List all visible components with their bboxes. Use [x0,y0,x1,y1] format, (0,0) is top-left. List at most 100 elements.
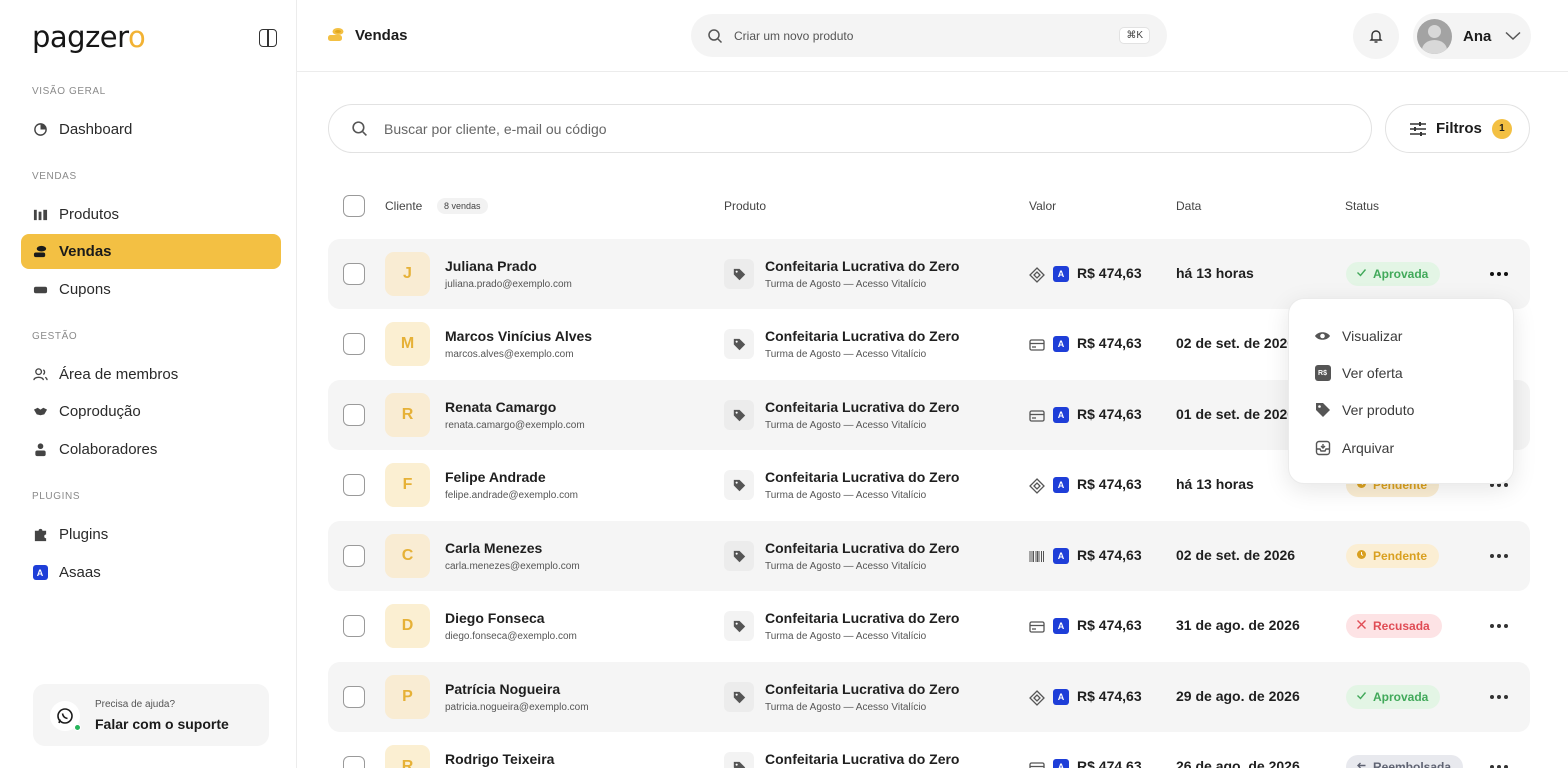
asaas-gateway-icon: A [1053,266,1069,282]
sale-date: 26 de ago. de 2026 [1176,758,1300,768]
client-name: Rodrigo Teixeira [445,751,555,767]
product-name: Confeitaria Lucrativa do Zero [765,610,960,626]
column-header-status[interactable]: Status [1345,199,1379,213]
user-icon [32,442,48,458]
sidebar-item-asaas[interactable]: A Asaas [21,555,281,590]
sidebar-item-cupons[interactable]: Cupons [21,272,281,307]
table-row[interactable]: R Rodrigo Teixeira Confeitaria Lucrativa d… [328,732,1530,768]
status-badge: Recusada [1346,614,1442,638]
client-initial-avatar: D [385,604,430,648]
sidebar-item-label: Plugins [59,526,109,543]
menu-item-arquivar[interactable]: Arquivar [1314,436,1394,460]
offer-icon-glyph: R$ [1314,365,1331,381]
status-label: Aprovada [1373,690,1429,704]
filters-label: Filtros [1436,120,1482,137]
client-initial-avatar: R [385,393,430,437]
support-caption: Precisa de ajuda? [95,699,176,710]
sale-amount: R$ 474,63 [1077,406,1142,422]
support-link[interactable]: Falar com o suporte [95,716,229,732]
sales-search-input[interactable]: Buscar por cliente, e-mail ou código [328,104,1372,153]
menu-item-ver-oferta[interactable]: R$ Ver oferta [1314,361,1403,385]
sidebar-item-area-de-membros[interactable]: Área de membros [21,357,281,392]
sidebar-item-plugins[interactable]: Plugins [21,517,281,552]
recusada-status-icon [1356,619,1367,633]
archive-icon [1314,440,1331,457]
more-options-icon[interactable] [1490,548,1508,564]
table-row[interactable]: P Patrícia Nogueira patricia.nogueira@exem… [328,662,1530,732]
column-header-value[interactable]: Valor [1029,199,1056,213]
client-email: renata.camargo@exemplo.com [445,420,585,431]
sidebar-item-colaboradores[interactable]: Colaboradores [21,432,281,467]
command-search-input[interactable]: Criar um novo produto ⌘K [691,14,1167,57]
more-options-icon[interactable] [1490,759,1508,768]
product-name: Confeitaria Lucrativa do Zero [765,540,960,556]
sidebar-item-label: Asaas [59,564,101,581]
row-checkbox[interactable] [343,263,365,285]
sidebar-item-produtos[interactable]: Produtos [21,197,281,232]
column-header-date[interactable]: Data [1176,199,1201,213]
asaas-badge: A [32,565,48,580]
menu-item-visualizar[interactable]: Visualizar [1314,324,1402,348]
filters-count-badge: 1 [1491,118,1512,139]
card-payment-icon [1028,618,1045,635]
asaas-gateway-icon: A [1053,477,1069,493]
tag-icon [724,682,754,712]
notifications-button[interactable] [1353,13,1399,59]
pendente-status-icon [1356,549,1367,563]
sale-amount: R$ 474,63 [1077,547,1142,563]
coupon-icon [32,282,48,298]
more-options-icon[interactable] [1490,618,1508,634]
status-label: Pendente [1373,549,1428,563]
tag-icon [724,611,754,641]
sidebar-item-vendas[interactable]: Vendas [21,234,281,269]
sale-date: 02 de set. de 2026 [1176,547,1296,563]
row-checkbox[interactable] [343,615,365,637]
support-card[interactable]: Precisa de ajuda? Falar com o suporte [33,684,269,746]
status-label: Reembolsada [1373,760,1452,768]
more-options-icon[interactable] [1490,266,1508,282]
row-checkbox[interactable] [343,404,365,426]
search-icon [708,28,723,43]
filters-button[interactable]: Filtros 1 [1385,104,1530,153]
sidebar-collapse-icon[interactable] [259,29,277,47]
sales-search-placeholder: Buscar por cliente, e-mail ou código [384,120,607,137]
product-offer: Turma de Agosto — Acesso Vitalício [765,631,927,642]
row-checkbox[interactable] [343,686,365,708]
select-all-checkbox[interactable] [343,195,365,217]
client-name: Marcos Vinícius Alves [445,328,593,344]
column-header-product[interactable]: Produto [724,199,766,213]
row-checkbox[interactable] [343,756,365,768]
product-offer: Turma de Agosto — Acesso Vitalício [765,349,927,360]
sale-amount: R$ 474,63 [1077,265,1142,281]
card-payment-icon [1028,407,1045,424]
sale-date: 01 de set. de 2026 [1176,406,1296,422]
section-label-gestao: GESTÃO [32,331,78,342]
row-checkbox[interactable] [343,333,365,355]
dashboard-icon [32,122,48,138]
reembolsada-status-icon [1356,760,1367,768]
client-initial-avatar: J [385,252,430,296]
more-options-icon[interactable] [1490,689,1508,705]
client-email: carla.menezes@exemplo.com [445,561,580,572]
sidebar-item-dashboard[interactable]: Dashboard [21,112,281,147]
row-checkbox[interactable] [343,474,365,496]
menu-item-label: Visualizar [1342,328,1403,344]
menu-item-label: Ver oferta [1342,365,1403,381]
aprovada-status-icon [1356,690,1367,704]
client-email: diego.fonseca@exemplo.com [445,631,577,642]
sale-amount: R$ 474,63 [1077,617,1142,633]
client-email: marcos.alves@exemplo.com [445,349,574,360]
tag-icon [724,329,754,359]
online-status-dot [74,724,81,731]
column-header-client[interactable]: Cliente [385,199,422,213]
menu-item-ver-produto[interactable]: Ver produto [1314,398,1414,422]
sidebar-item-coproducao[interactable]: Coprodução [21,394,281,429]
row-checkbox[interactable] [343,545,365,567]
user-menu-button[interactable]: Ana [1413,13,1531,59]
table-row[interactable]: D Diego Fonseca diego.fonseca@exemplo.com C… [328,591,1530,661]
sale-date: 02 de set. de 2026 [1176,335,1296,351]
logo[interactable]: pagzero [32,20,146,54]
client-initial-avatar: R [385,745,430,768]
table-row[interactable]: C Carla Menezes carla.menezes@exemplo.com C… [328,521,1530,591]
asaas-gateway-icon: A [1053,618,1069,634]
